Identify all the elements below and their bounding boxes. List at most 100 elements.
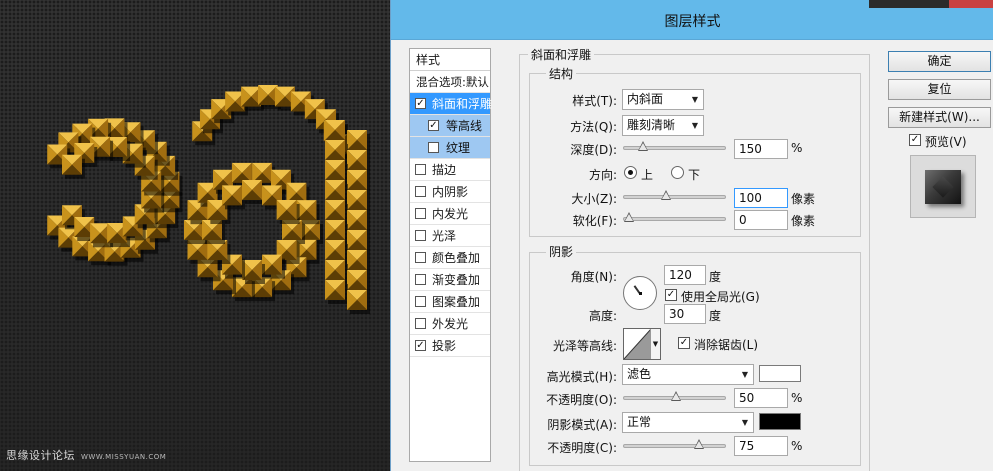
shadow-opacity-unit: % <box>791 439 803 453</box>
depth-slider[interactable] <box>623 141 726 151</box>
stud <box>262 254 285 279</box>
stud <box>222 185 245 210</box>
shadow-opacity-slider[interactable] <box>623 439 726 449</box>
style-item-label: 外发光 <box>432 317 469 331</box>
style-item[interactable]: ✓ 等高线 <box>410 115 490 137</box>
angle-label: 角度(N): <box>570 270 617 284</box>
dialog-titlebar[interactable]: 图层样式 <box>391 0 993 40</box>
style-item-checkbox[interactable]: ✓ <box>415 340 426 351</box>
style-item[interactable]: 图案叠加 <box>410 291 490 313</box>
bevel-style-select[interactable]: 内斜面 ▼ <box>622 89 704 110</box>
style-item-checkbox[interactable] <box>415 318 426 329</box>
stud <box>61 154 85 179</box>
style-item-checkbox[interactable] <box>415 164 426 175</box>
depth-unit: % <box>791 141 803 155</box>
style-item-label: 内发光 <box>432 207 469 221</box>
style-item[interactable]: ✓ 斜面和浮雕 <box>410 93 492 115</box>
bevel-style-value: 内斜面 <box>627 92 664 106</box>
highlight-opacity-input[interactable]: 50 <box>734 388 788 408</box>
style-item-label: 等高线 <box>446 119 483 133</box>
ok-button[interactable]: 确定 <box>888 51 991 72</box>
size-slider[interactable] <box>623 190 726 200</box>
stud <box>347 290 370 314</box>
gold-studs-artwork <box>47 85 370 314</box>
altitude-label: 高度: <box>588 309 617 323</box>
blend-options-item[interactable]: 混合选项:默认 <box>410 71 490 93</box>
soften-slider[interactable] <box>623 212 726 222</box>
direction-down-radio[interactable] <box>671 166 684 179</box>
highlight-opacity-unit: % <box>791 391 803 405</box>
highlight-opacity-slider[interactable] <box>623 391 726 401</box>
style-list: 样式 混合选项:默认 ✓ 斜面和浮雕 ✓ 等高线 纹理 描边 内阴影 内发光 光泽 颜色叠加 渐变叠… <box>409 48 492 462</box>
style-item[interactable]: 内发光 <box>410 203 490 225</box>
style-item[interactable]: 颜色叠加 <box>410 247 490 269</box>
highlight-mode-select[interactable]: 滤色 ▼ <box>622 364 754 385</box>
depth-input[interactable]: 150 <box>734 139 788 159</box>
close-window-region[interactable] <box>949 0 993 8</box>
highlight-color-swatch[interactable] <box>759 365 801 382</box>
style-item[interactable]: 描边 <box>410 159 490 181</box>
document-canvas[interactable]: 思缘设计论坛 WWW.MISSYUAN.COM <box>0 0 390 471</box>
technique-label: 方法(Q): <box>570 120 617 134</box>
reset-button[interactable]: 复位 <box>888 79 991 100</box>
preview-checkbox[interactable]: ✓ <box>909 134 921 146</box>
angle-unit: 度 <box>709 270 722 284</box>
altitude-input[interactable]: 30 <box>664 304 706 324</box>
style-item[interactable]: 纹理 <box>410 137 490 159</box>
size-input[interactable]: 100 <box>734 188 788 208</box>
style-item-checkbox[interactable]: ✓ <box>428 120 439 131</box>
style-item[interactable]: 外发光 <box>410 313 490 335</box>
gloss-contour-picker[interactable]: ▼ <box>623 328 661 360</box>
style-item-checkbox[interactable] <box>415 296 426 307</box>
highlight-opacity-slider-thumb[interactable] <box>670 391 681 401</box>
global-light-label[interactable]: 使用全局光(G) <box>681 288 760 305</box>
size-slider-thumb[interactable] <box>661 190 672 200</box>
shadow-mode-select[interactable]: 正常 ▼ <box>622 412 754 433</box>
style-item-checkbox[interactable] <box>415 252 426 263</box>
anti-alias-checkbox[interactable]: ✓ <box>678 337 690 349</box>
app-window-strip <box>869 0 993 8</box>
style-item-label: 内阴影 <box>432 185 469 199</box>
soften-label: 软化(F): <box>572 214 617 228</box>
style-item[interactable]: ✓ 投影 <box>410 335 490 357</box>
style-items: ✓ 斜面和浮雕 ✓ 等高线 纹理 描边 内阴影 内发光 光泽 颜色叠加 渐变叠加 图案叠加 外发光 ✓ 投影 <box>410 93 492 357</box>
style-item-checkbox[interactable] <box>415 208 426 219</box>
style-item-checkbox[interactable] <box>428 142 439 153</box>
style-label: 样式(T): <box>572 94 617 108</box>
style-item[interactable]: 光泽 <box>410 225 490 247</box>
new-style-button[interactable]: 新建样式(W)... <box>888 107 991 128</box>
preview-label[interactable]: 预览(V) <box>925 133 967 150</box>
highlight-mode-label: 高光模式(H): <box>546 370 617 384</box>
style-item[interactable]: 内阴影 <box>410 181 490 203</box>
style-item-checkbox[interactable]: ✓ <box>415 98 426 109</box>
shadow-opacity-input[interactable]: 75 <box>734 436 788 456</box>
size-label: 大小(Z): <box>571 192 617 206</box>
style-item-checkbox[interactable] <box>415 230 426 241</box>
depth-slider-thumb[interactable] <box>637 141 648 151</box>
layer-style-dialog: 图层样式 样式 混合选项:默认 ✓ 斜面和浮雕 ✓ 等高线 纹理 描边 内阴影 内发光 光泽 颜色… <box>390 0 993 471</box>
soften-slider-thumb[interactable] <box>624 212 634 222</box>
style-item[interactable]: 渐变叠加 <box>410 269 490 291</box>
style-item-checkbox[interactable] <box>415 186 426 197</box>
angle-input[interactable]: 120 <box>664 265 706 285</box>
angle-center <box>639 292 642 295</box>
shadow-color-swatch[interactable] <box>759 413 801 430</box>
chevron-down-icon[interactable]: ▼ <box>650 329 660 359</box>
global-light-checkbox[interactable]: ✓ <box>665 289 677 301</box>
style-list-header[interactable]: 样式 <box>410 49 490 71</box>
dialog-title: 图层样式 <box>664 14 721 30</box>
stud <box>242 180 265 204</box>
style-item-checkbox[interactable] <box>415 274 426 285</box>
direction-up-radio[interactable] <box>624 166 637 179</box>
direction-down-label[interactable]: 下 <box>688 166 700 183</box>
soften-input[interactable]: 0 <box>734 210 788 230</box>
shading-title: 阴影 <box>546 243 577 260</box>
style-item-label: 投影 <box>432 339 457 353</box>
technique-value: 雕刻清晰 <box>627 118 676 132</box>
shadow-opacity-slider-thumb[interactable] <box>693 439 704 449</box>
direction-up-label[interactable]: 上 <box>641 166 653 183</box>
watermark-url: WWW.MISSYUAN.COM <box>81 453 167 461</box>
anti-alias-label[interactable]: 消除锯齿(L) <box>694 336 758 353</box>
technique-select[interactable]: 雕刻清晰 ▼ <box>622 115 704 136</box>
angle-dial[interactable] <box>623 276 657 310</box>
